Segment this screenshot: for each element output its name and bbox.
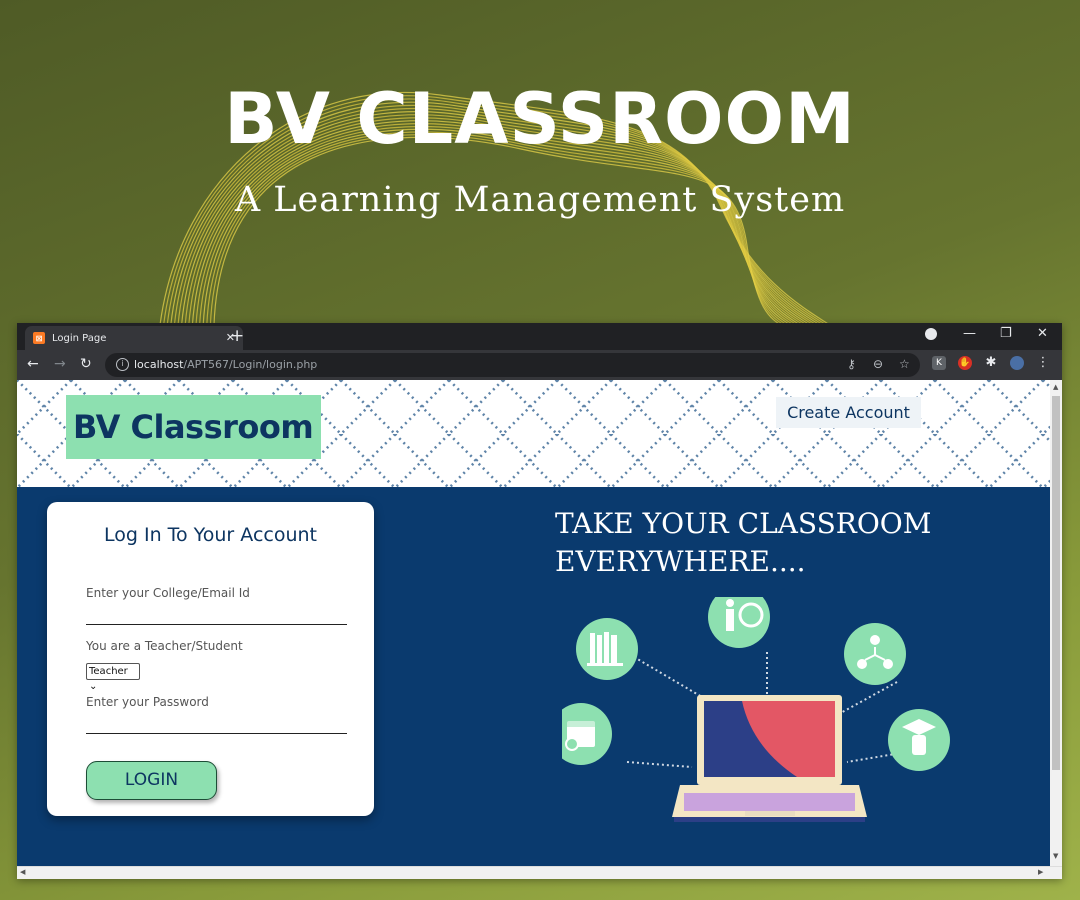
teacher-icon: [708, 597, 770, 648]
graduation-cap-icon: [888, 709, 950, 771]
login-card-title: Log In To Your Account: [103, 524, 318, 546]
login-button[interactable]: LOGIN: [86, 761, 217, 800]
hero-title: BV CLASSROOM: [224, 78, 856, 160]
xampp-favicon-icon: ⊠: [33, 332, 45, 344]
main-section: Log In To Your Account Enter your Colleg…: [17, 487, 1050, 866]
reload-icon[interactable]: ↻: [80, 356, 92, 372]
laptop-icon: [672, 695, 867, 822]
restore-icon[interactable]: ❐: [1000, 326, 1012, 341]
classroom-illustration: [562, 597, 950, 822]
people-network-icon: [844, 623, 906, 685]
create-account-button[interactable]: Create Account: [776, 397, 921, 428]
password-label: Enter your Password: [86, 695, 209, 709]
extension-icon[interactable]: K: [932, 356, 946, 370]
tagline-line-1: TAKE YOUR CLASSROOM: [555, 507, 932, 540]
scroll-down-icon[interactable]: ▼: [1053, 852, 1058, 860]
login-card: Log In To Your Account Enter your Colleg…: [47, 502, 374, 816]
address-bar[interactable]: i localhost/APT567/Login/login.php ⚷ ⊖ ☆: [105, 353, 920, 377]
site-logo[interactable]: BV Classroom: [66, 395, 321, 459]
menu-kebab-icon[interactable]: ⋮: [1036, 356, 1050, 370]
password-field[interactable]: [86, 733, 347, 734]
site-header: BV Classroom Create Account: [17, 380, 1050, 487]
role-select-value: Teacher: [89, 666, 128, 677]
url-text[interactable]: localhost/APT567/Login/login.php: [134, 358, 317, 371]
minimize-icon[interactable]: —: [963, 326, 976, 341]
key-icon[interactable]: ⚷: [847, 357, 856, 371]
tagline: TAKE YOUR CLASSROOM EVERYWHERE....: [555, 505, 955, 581]
zoom-icon[interactable]: ⊖: [873, 357, 883, 371]
horizontal-scrollbar[interactable]: ◀ ▶: [17, 866, 1062, 879]
profile-dropdown-icon[interactable]: [925, 328, 937, 340]
wave-line: [209, 134, 811, 345]
vertical-scrollbar[interactable]: ▲ ▼: [1050, 380, 1062, 866]
chevron-down-icon: ⌄: [89, 681, 98, 692]
avatar[interactable]: [1010, 356, 1024, 370]
vertical-scroll-thumb[interactable]: [1052, 396, 1060, 770]
hero-subtitle: A Learning Management System: [234, 180, 846, 220]
star-icon[interactable]: ☆: [899, 357, 910, 371]
calendar-icon: [562, 703, 612, 765]
forward-icon[interactable]: →: [54, 356, 66, 372]
email-label: Enter your College/Email Id: [86, 586, 250, 600]
url-path: /APT567/Login/login.php: [183, 358, 318, 371]
adblock-icon[interactable]: ✋: [958, 356, 972, 370]
url-host: localhost: [134, 358, 184, 371]
tab-title: Login Page: [52, 332, 107, 344]
role-label: You are a Teacher/Student: [86, 639, 243, 653]
books-icon: [576, 618, 638, 680]
close-window-icon[interactable]: ✕: [1037, 326, 1048, 341]
scroll-left-icon[interactable]: ◀: [20, 868, 25, 876]
scroll-up-icon[interactable]: ▲: [1053, 383, 1058, 391]
role-select[interactable]: Teacher ⌄: [86, 663, 140, 692]
scroll-right-icon[interactable]: ▶: [1038, 868, 1043, 876]
back-icon[interactable]: ←: [27, 356, 39, 372]
wave-line: [213, 136, 807, 345]
page-viewport: BV Classroom Create Account Log In To Yo…: [17, 380, 1050, 866]
info-icon[interactable]: i: [116, 358, 129, 371]
wave-line: [206, 131, 814, 345]
new-tab-button[interactable]: +: [230, 326, 244, 346]
puzzle-extensions-icon[interactable]: ✱: [984, 356, 998, 370]
tab-strip: ⊠ Login Page ✕ + — ❐ ✕: [17, 323, 1062, 350]
tagline-line-2: EVERYWHERE....: [555, 545, 806, 578]
email-field[interactable]: [86, 624, 347, 625]
browser-toolbar: ← → ↻ i localhost/APT567/Login/login.php…: [17, 350, 1062, 380]
tab-login-page[interactable]: ⊠ Login Page ✕: [25, 326, 243, 350]
browser-window: ⊠ Login Page ✕ + — ❐ ✕ ← → ↻ i localhost…: [17, 323, 1062, 879]
